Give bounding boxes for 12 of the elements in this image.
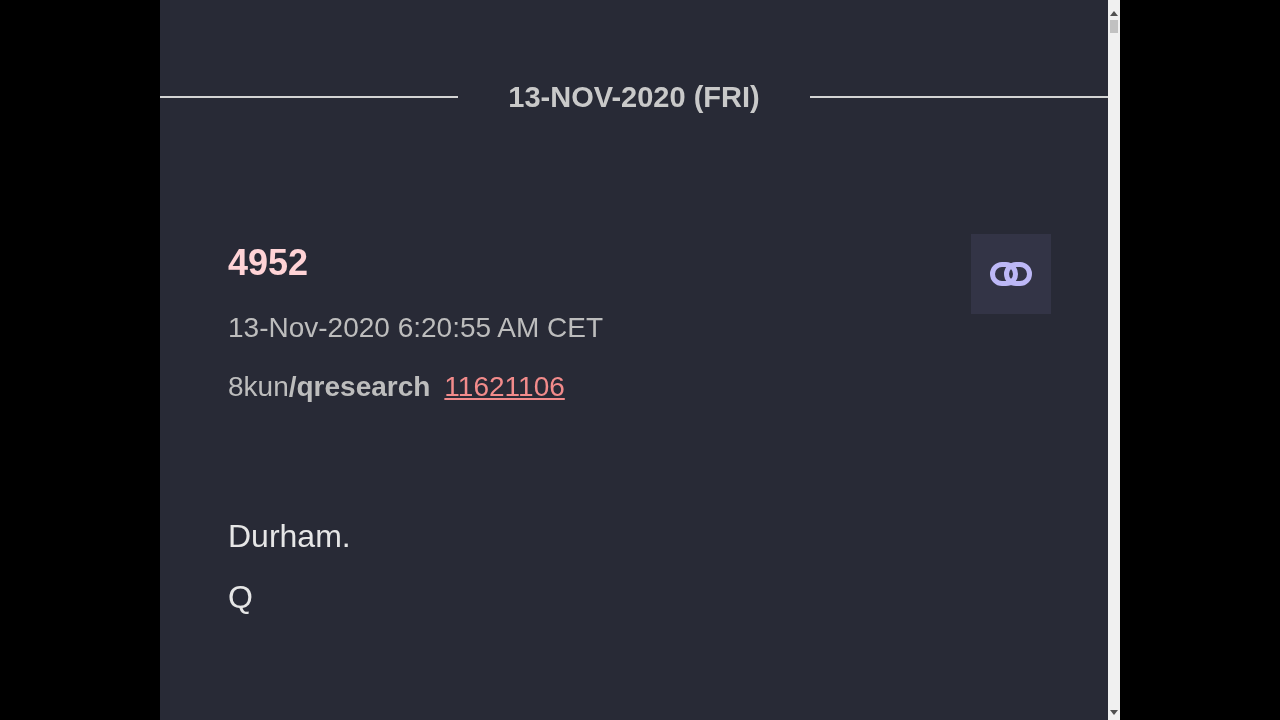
post-text: Durham. [228,517,352,556]
post-text: Q [228,578,254,617]
board-name: 8kun/qresearch [228,370,431,404]
post-link[interactable]: 11621106 [444,367,565,407]
scroll-up-arrow-icon[interactable] [1110,11,1118,16]
date-heading: 13-NOV-2020 (FRI) [508,80,760,115]
post-timestamp: 13-Nov-2020 6:20:55 AM CET [228,311,604,345]
chain-link-icon [990,262,1032,286]
post-number: 4952 [228,241,310,285]
scroll-thumb[interactable] [1110,20,1118,33]
scroll-down-arrow-icon[interactable] [1110,710,1118,715]
permalink-button[interactable] [971,234,1051,314]
